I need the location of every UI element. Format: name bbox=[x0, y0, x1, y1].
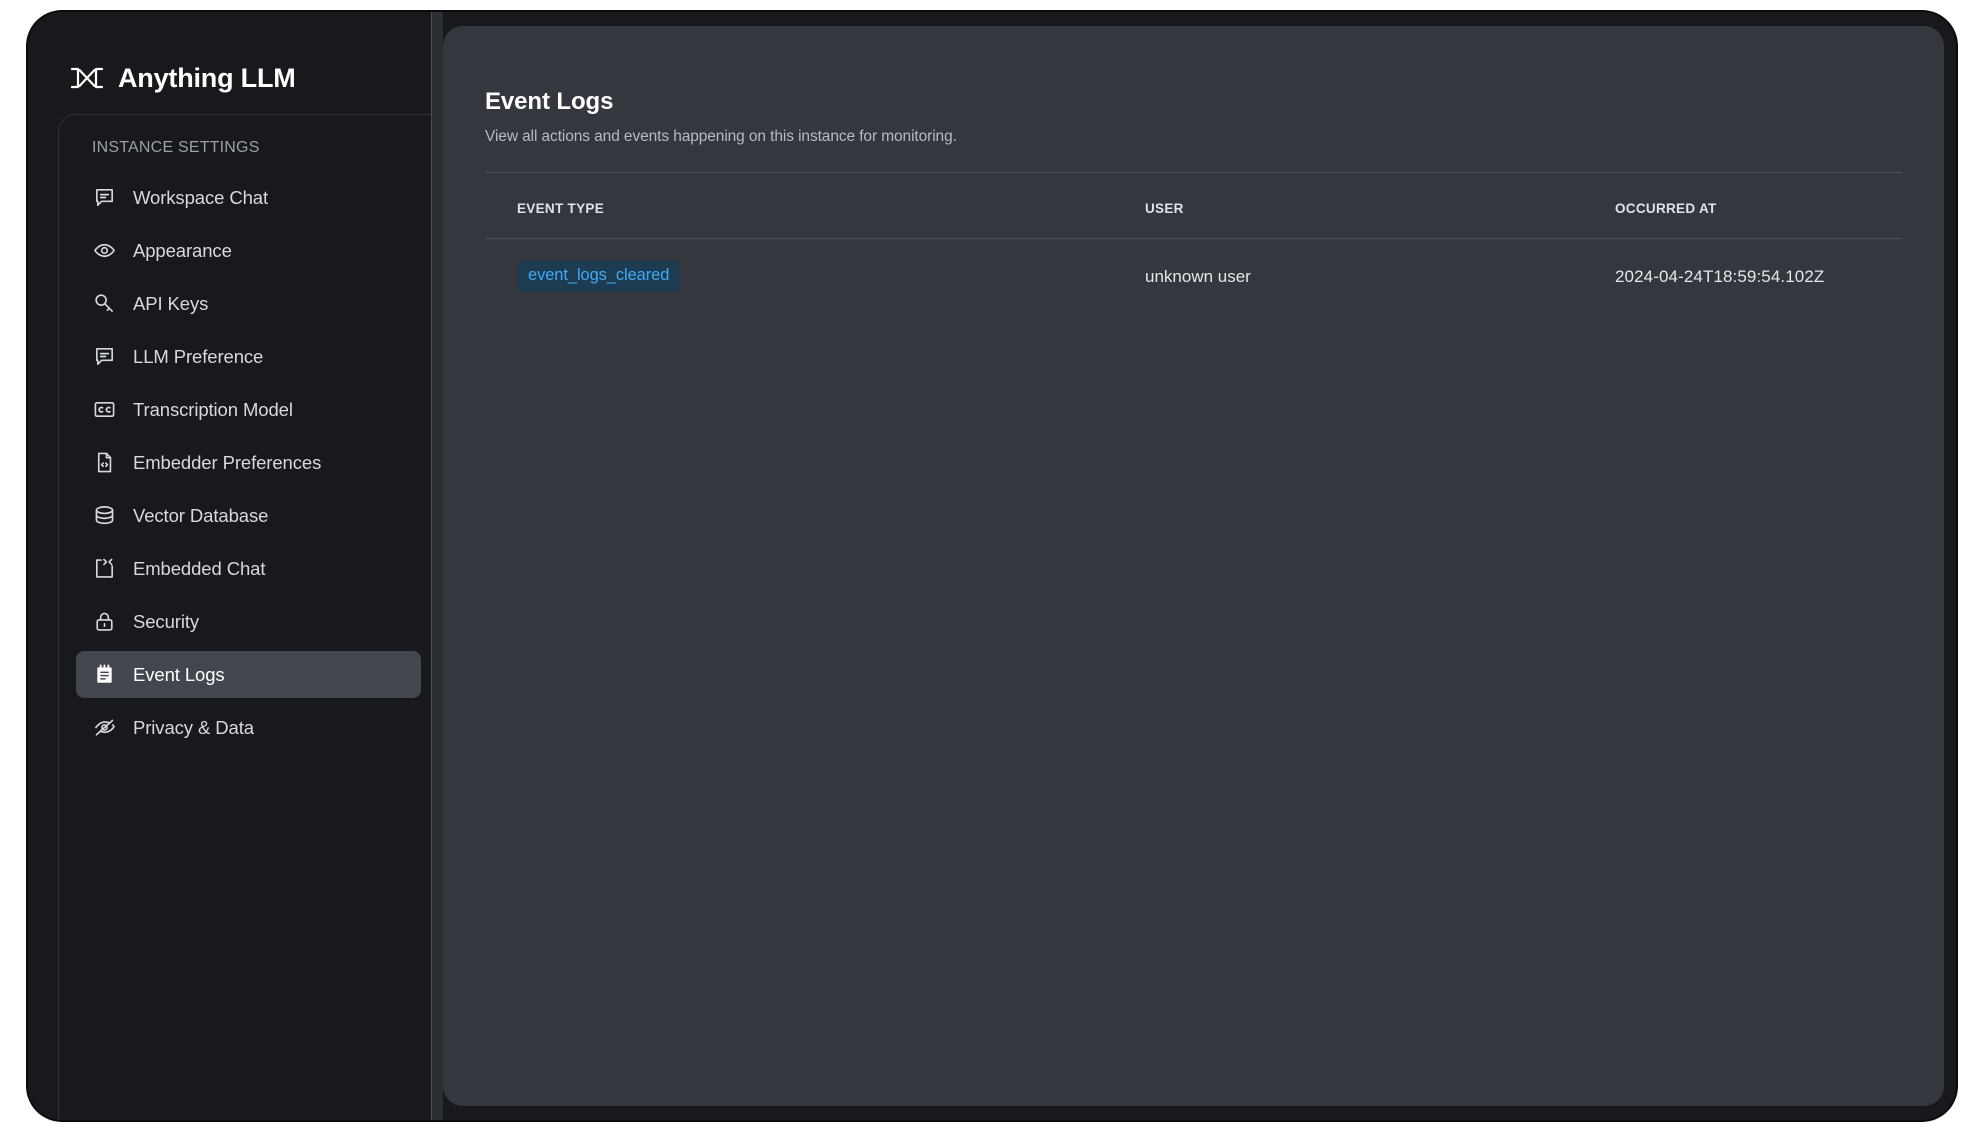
file-code-icon bbox=[93, 451, 116, 474]
page-header: Event Logs View all actions and events h… bbox=[443, 26, 1944, 146]
nav-section-title: INSTANCE SETTINGS bbox=[92, 139, 260, 156]
key-icon bbox=[93, 292, 116, 315]
sidebar-item-privacy-and-data[interactable]: Privacy & Data bbox=[76, 704, 421, 751]
app-window: Anything LLM INSTANCE SETTINGS Workspace… bbox=[28, 12, 1956, 1120]
database-icon bbox=[93, 504, 116, 527]
page-title: Event Logs bbox=[485, 88, 614, 115]
sidebar-item-embedder-preferences[interactable]: Embedder Preferences bbox=[76, 439, 421, 486]
sidebar-item-event-logs[interactable]: Event Logs bbox=[76, 651, 421, 698]
sidebar-item-label: Embedder Preferences bbox=[133, 451, 322, 473]
notepad-icon bbox=[93, 663, 116, 686]
table-row[interactable]: event_logs_cleared unknown user 2024-04-… bbox=[485, 239, 1902, 315]
cell-occurred-at: 2024-04-24T18:59:54.102Z bbox=[1615, 266, 1825, 286]
sidebar-item-security[interactable]: Security bbox=[76, 598, 421, 645]
sidebar-item-transcription-model[interactable]: Transcription Model bbox=[76, 386, 421, 433]
sidebar-item-workspace-chat[interactable]: Workspace Chat bbox=[76, 174, 421, 221]
sidebar-item-llm-preference[interactable]: LLM Preference bbox=[76, 333, 421, 380]
sidebar-item-appearance[interactable]: Appearance bbox=[76, 227, 421, 274]
sidebar-item-label: Event Logs bbox=[133, 663, 225, 685]
cell-user: unknown user bbox=[1145, 266, 1251, 286]
code-brackets-icon bbox=[93, 557, 116, 580]
main-content: Event Logs View all actions and events h… bbox=[443, 26, 1944, 1106]
chat-bubble-icon bbox=[93, 345, 116, 368]
status-badge: event_logs_cleared bbox=[517, 261, 681, 292]
cell-event-type: event_logs_cleared bbox=[485, 239, 1145, 315]
sidebar-item-vector-database[interactable]: Vector Database bbox=[76, 492, 421, 539]
column-header-occurred-at[interactable]: OCCURRED AT bbox=[1615, 173, 1902, 239]
eye-icon bbox=[93, 239, 116, 262]
closed-caption-icon bbox=[93, 398, 116, 421]
sidebar-item-label: Security bbox=[133, 610, 200, 632]
sidebar-item-label: Appearance bbox=[133, 239, 232, 261]
sidebar-scrollbar[interactable] bbox=[431, 12, 443, 1120]
sidebar: Anything LLM INSTANCE SETTINGS Workspace… bbox=[28, 12, 438, 1120]
chat-bubble-icon bbox=[93, 186, 116, 209]
lock-icon bbox=[93, 610, 116, 633]
sidebar-item-api-keys[interactable]: API Keys bbox=[76, 280, 421, 327]
sidebar-item-label: Vector Database bbox=[133, 504, 269, 526]
sidebar-item-label: Workspace Chat bbox=[133, 186, 269, 208]
column-header-user[interactable]: USER bbox=[1145, 173, 1615, 239]
event-logs-table: EVENT TYPE USER OCCURRED AT event_logs_c… bbox=[485, 173, 1902, 314]
sidebar-item-label: API Keys bbox=[133, 292, 209, 314]
brand-header[interactable]: Anything LLM bbox=[28, 12, 438, 104]
sidebar-item-label: Transcription Model bbox=[133, 398, 293, 420]
column-header-event-type[interactable]: EVENT TYPE bbox=[485, 173, 1145, 239]
brand-name: Anything LLM bbox=[118, 62, 296, 93]
sidebar-item-label: Embedded Chat bbox=[133, 557, 266, 579]
page-subtitle: View all actions and events happening on… bbox=[485, 128, 957, 145]
sidebar-item-embedded-chat[interactable]: Embedded Chat bbox=[76, 545, 421, 592]
anythingllm-logo-icon bbox=[70, 67, 104, 89]
settings-nav: INSTANCE SETTINGS Workspace Chat Appeara… bbox=[58, 114, 438, 1120]
eye-slash-icon bbox=[93, 716, 116, 739]
table-body: event_logs_cleared unknown user 2024-04-… bbox=[485, 239, 1902, 315]
sidebar-item-label: Privacy & Data bbox=[133, 716, 254, 738]
sidebar-item-label: LLM Preference bbox=[133, 345, 264, 367]
table-header-row: EVENT TYPE USER OCCURRED AT bbox=[485, 173, 1902, 239]
table-head: EVENT TYPE USER OCCURRED AT bbox=[485, 173, 1902, 239]
